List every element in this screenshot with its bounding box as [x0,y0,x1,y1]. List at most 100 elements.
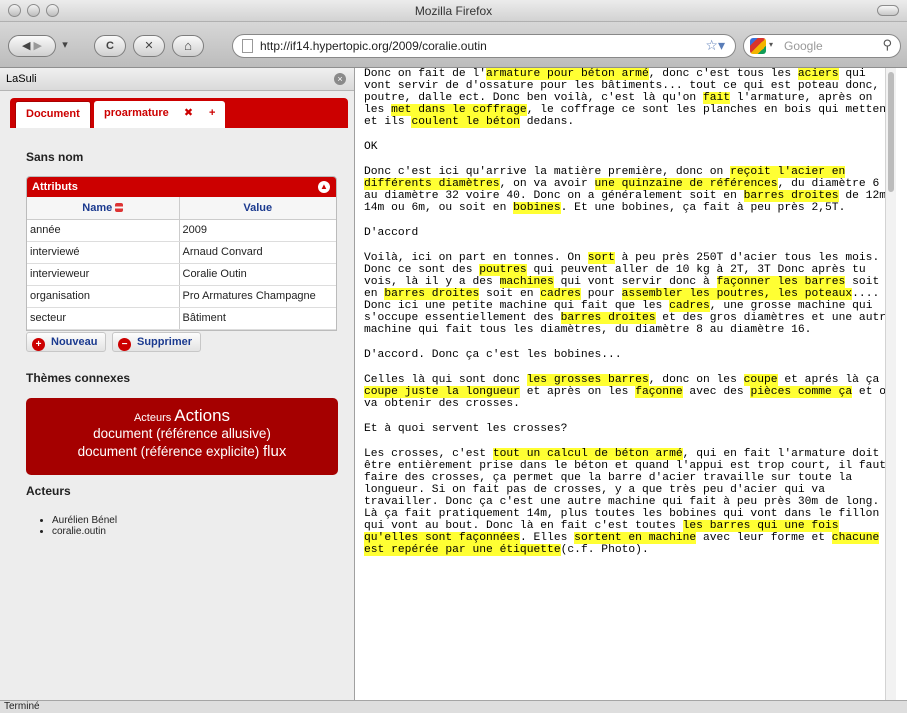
table-row[interactable]: intervieweur Coralie Outin [27,263,336,286]
attr-name: secteur [27,307,180,330]
list-item[interactable]: Aurélien Bénel [52,515,117,526]
highlighted-fragment[interactable]: armature pour béton armé [486,68,649,80]
table-row[interactable]: organisation Pro Armatures Champagne [27,285,336,308]
list-item[interactable]: coralie.outin [52,526,117,537]
highlighted-fragment[interactable]: tout un calcul de béton armé [492,448,683,460]
close-window-button[interactable] [8,4,21,17]
status-bar: Terminé [0,700,907,713]
highlighted-fragment[interactable]: coupe [743,374,778,386]
magnifier-icon[interactable]: ⚲ [882,37,892,53]
tab-close-icon[interactable]: ✖ [184,107,193,119]
plus-icon: + [32,338,45,351]
highlighted-fragment[interactable]: barres droites [560,312,656,324]
tab-proarmature-label: proarmature [104,107,169,119]
highlighted-fragment[interactable]: fait [702,92,731,104]
search-engine-icon[interactable] [750,38,766,54]
highlighted-fragment[interactable]: cadres [540,288,581,300]
attributes-header: Attributs ▲ [27,177,336,197]
column-header-value[interactable]: Value [179,197,336,220]
text-fragment: . Et une bobines, ça fait à peu près 2,5… [560,202,846,214]
highlighted-fragment[interactable]: bobines [513,202,561,214]
tab-document[interactable]: Document [15,101,91,128]
reload-button[interactable]: C [94,35,126,57]
url-bar[interactable]: http://if14.hypertopic.org/2009/coralie.… [232,34,736,58]
highlighted-fragment[interactable]: sortent en machine [574,532,697,544]
attr-value: Pro Armatures Champagne [179,285,336,308]
scrollbar-thumb[interactable] [888,72,894,192]
delete-attribute-button[interactable]: − Supprimer [112,332,202,352]
highlighted-fragment[interactable]: sort [587,252,615,264]
text-fragment: avec leur forme et [696,532,832,544]
highlighted-fragment[interactable]: barres droites [384,288,480,300]
highlighted-fragment[interactable]: une quinzaine de références [594,178,778,190]
page-icon [242,39,253,53]
tab-proarmature[interactable]: proarmature ✖ [94,101,206,128]
tag-actions[interactable]: Actions [174,406,230,425]
delete-button-label: Supprimer [137,336,193,348]
actors-title: Acteurs [26,484,71,498]
tag-flux[interactable]: flux [263,443,286,460]
highlighted-fragment[interactable]: aciers [797,68,839,80]
text-fragment: et après on les [519,386,636,398]
attributes-table: Name Value année 2009 interviewé Arnaud Co… [27,197,336,330]
back-forward-buttons: ◀ ▶ [8,35,56,57]
text-fragment: , donc c'est tous les [648,68,798,80]
zoom-window-button[interactable] [46,4,59,17]
highlighted-fragment[interactable]: cadres [669,300,710,312]
new-attribute-button[interactable]: + Nouveau [26,332,107,352]
status-text: Terminé [4,701,40,712]
document-paragraph: Donc c'est ici qu'arrive la matière prem… [364,166,896,214]
tab-add[interactable]: + [199,101,226,128]
tag-ref-explicite[interactable]: document (référence explicite) [78,444,260,459]
column-name-label: Name [82,201,113,214]
attr-name: organisation [27,285,180,308]
back-icon[interactable]: ◀ [22,40,30,52]
themes-title: Thèmes connexes [26,371,131,385]
highlighted-fragment[interactable]: assembler les poutres, les poteaux [621,288,853,300]
sidebar-tabs: Document proarmature ✖ + [10,98,348,128]
text-fragment: pour [580,288,622,300]
highlighted-fragment[interactable]: façonner les barres [716,276,846,288]
tag-acteurs[interactable]: Acteurs [134,412,171,424]
attr-name: intervieweur [27,263,180,286]
text-fragment: soit en [479,288,541,300]
history-dropdown-icon[interactable]: ▾ [60,35,70,57]
toolbar-toggle-button[interactable] [877,5,899,16]
highlighted-fragment[interactable]: coulent le béton [411,116,520,128]
table-row[interactable]: interviewé Arnaud Convard [27,241,336,264]
highlighted-fragment[interactable]: machines [499,276,554,288]
highlighted-fragment[interactable]: pièces comme ça [750,386,853,398]
collapse-toggle-icon[interactable]: ▲ [318,181,330,193]
attr-name: année [27,219,180,242]
document-paragraph: Celles là qui sont donc les grosses barr… [364,374,896,410]
forward-icon[interactable]: ▶ [34,40,42,52]
attr-name: interviewé [27,241,180,264]
highlighted-fragment[interactable]: façonne [635,386,683,398]
tag-ref-allusive[interactable]: document (référence allusive) [26,426,338,442]
table-row[interactable]: secteur Bâtiment [27,307,336,330]
highlighted-fragment[interactable]: coupe juste la longueur [364,386,520,398]
sidebar-close-icon[interactable]: × [334,73,346,85]
table-row[interactable]: année 2009 [27,219,336,242]
search-engine-dropdown-icon[interactable]: ▾ [769,40,773,49]
text-fragment: Donc c'est ici qu'arrive la matière prem… [364,166,731,178]
text-fragment: D'accord. Donc ça c'est les bobines... [364,349,622,361]
text-fragment: qui vont servir donc à [553,276,717,288]
url-text[interactable]: http://if14.hypertopic.org/2009/coralie.… [260,39,487,53]
search-bar[interactable]: ▾ Google ⚲ [743,34,901,58]
home-button[interactable]: ⌂ [172,35,204,57]
vertical-scrollbar[interactable] [885,68,896,700]
attr-value: Arnaud Convard [179,241,336,264]
minimize-window-button[interactable] [27,4,40,17]
column-header-name[interactable]: Name [27,197,180,220]
text-fragment: et aprés là ça [777,374,880,386]
stop-button[interactable]: ✕ [133,35,165,57]
highlighted-fragment[interactable]: poutres [479,264,527,276]
highlighted-fragment[interactable]: les grosses barres [526,374,649,386]
highlighted-fragment[interactable]: met dans le coffrage [391,104,527,116]
bookmark-star-icon[interactable]: ☆▾ [705,37,725,54]
text-fragment: OK [364,141,378,153]
text-fragment: Celles là qui sont donc [364,374,527,386]
search-placeholder[interactable]: Google [784,39,823,53]
highlighted-fragment[interactable]: barres droites [743,190,839,202]
